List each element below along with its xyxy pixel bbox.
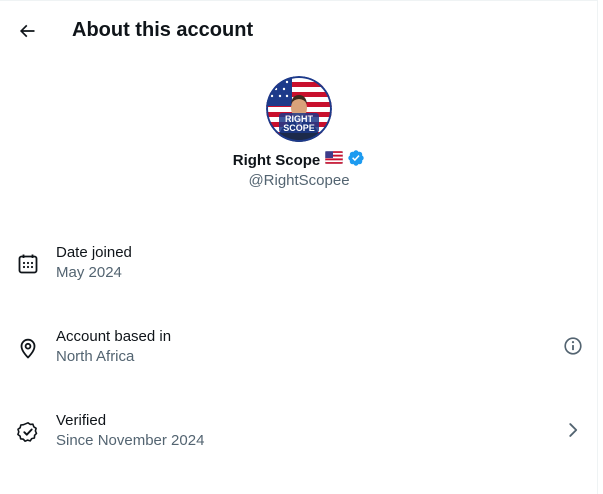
svg-text:SCOPE: SCOPE xyxy=(283,123,315,133)
about-account-panel: About this account RIGHT SCOPE Right Sco… xyxy=(0,0,598,494)
detail-label: Account based in xyxy=(56,328,172,345)
detail-row-verified[interactable]: Verified Since November 2024 xyxy=(0,411,598,471)
avatar-image: RIGHT SCOPE xyxy=(266,76,332,142)
detail-row-account-based-in: Account based in North Africa xyxy=(0,327,598,387)
verified-details-button[interactable] xyxy=(562,419,584,441)
avatar-logo-text: RIGHT SCOPE xyxy=(279,113,319,133)
chevron-right-icon xyxy=(569,423,578,437)
info-button[interactable] xyxy=(562,335,584,357)
us-flag-icon xyxy=(324,150,344,169)
detail-label: Verified xyxy=(56,412,107,429)
detail-row-date-joined: Date joined May 2024 xyxy=(0,243,598,303)
verified-badge-icon[interactable] xyxy=(347,149,365,172)
detail-value: May 2024 xyxy=(56,264,122,281)
calendar-icon xyxy=(16,252,40,276)
page-title: About this account xyxy=(72,19,254,41)
info-icon xyxy=(564,337,582,355)
detail-label: Date joined xyxy=(56,244,132,261)
location-pin-icon xyxy=(16,336,40,360)
profile-name-row: Right Scope xyxy=(0,149,598,171)
avatar[interactable]: RIGHT SCOPE xyxy=(266,76,332,142)
detail-value: Since November 2024 xyxy=(56,432,205,449)
profile-handle: @RightScopee xyxy=(248,172,350,189)
arrow-left-icon xyxy=(19,24,35,38)
detail-value: North Africa xyxy=(56,348,135,365)
back-button[interactable] xyxy=(10,14,44,48)
verified-check-icon xyxy=(16,420,40,444)
display-name[interactable]: Right Scope xyxy=(233,152,321,169)
